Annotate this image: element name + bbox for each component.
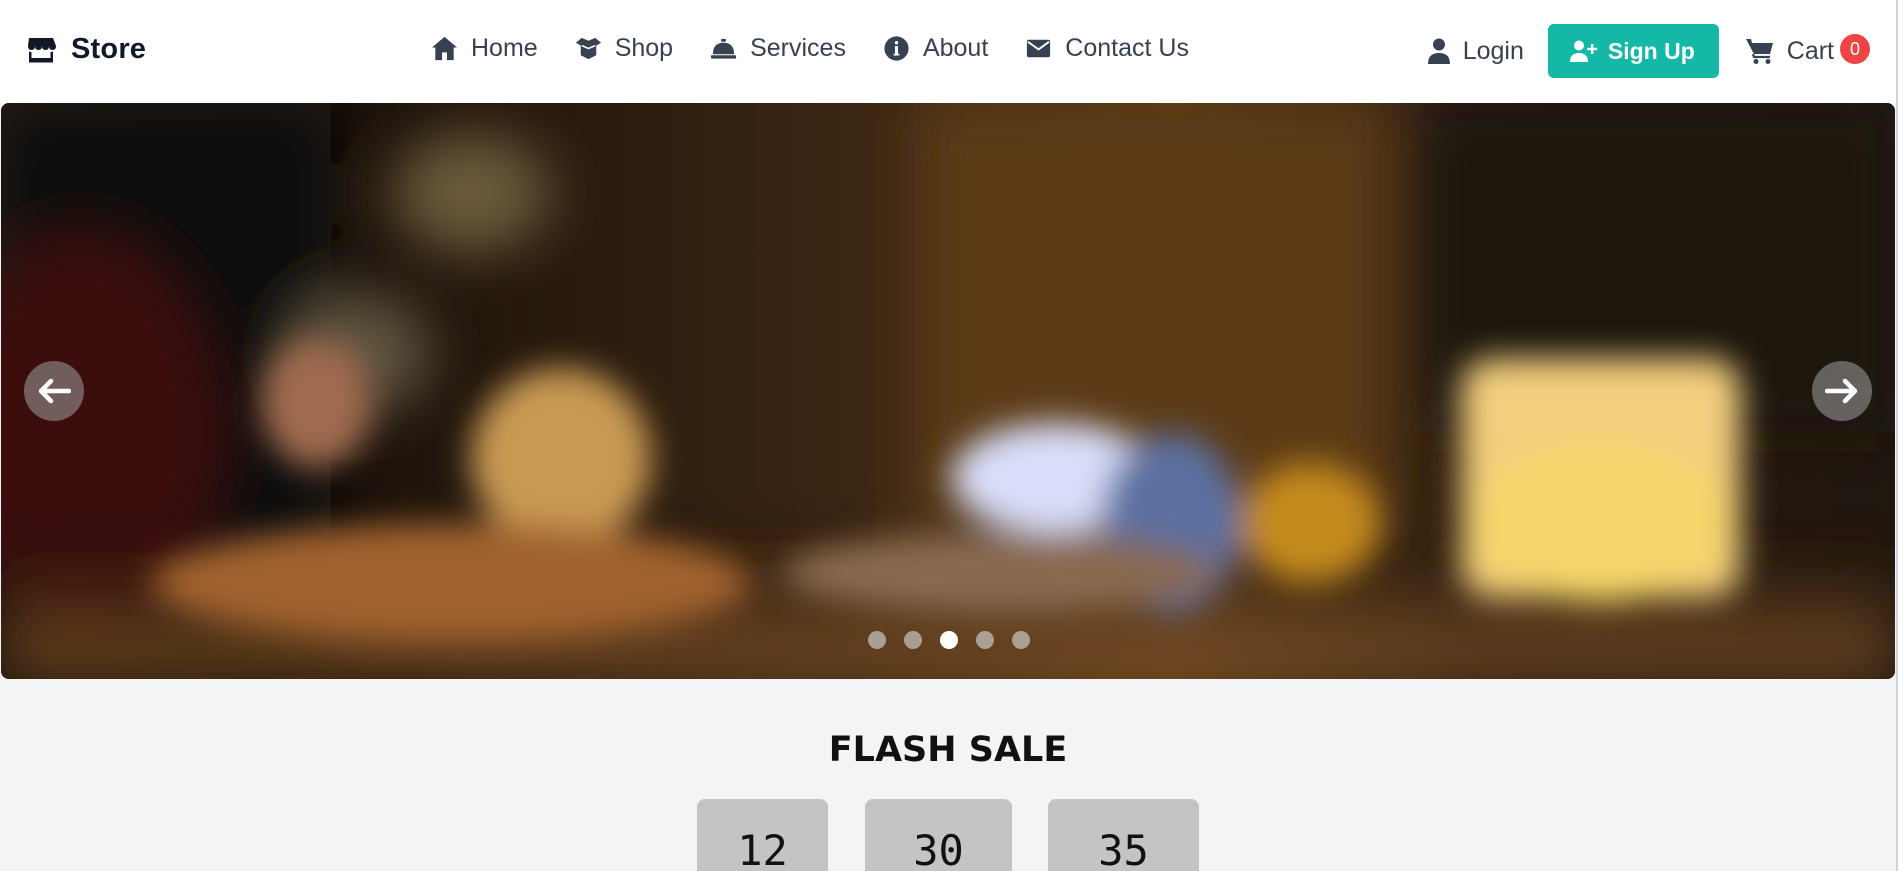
navbar: Store Home Shop Services About Contact U…	[0, 0, 1896, 103]
shopping-cart-icon	[1745, 39, 1773, 64]
nav-home-label: Home	[471, 34, 538, 62]
countdown-seconds: 35	[1048, 799, 1199, 871]
carousel-next-button[interactable]	[1812, 361, 1872, 421]
main-nav: Home Shop Services About Contact Us	[430, 34, 1225, 63]
brand-name: Store	[71, 33, 147, 65]
brand-logo[interactable]: Store	[25, 33, 146, 66]
signup-label: Sign Up	[1607, 37, 1695, 64]
account-actions: Login Sign Up Cart 0	[1427, 24, 1870, 78]
hero-slide-image	[1, 103, 1895, 679]
home-icon	[431, 36, 458, 61]
carousel-prev-button[interactable]	[24, 361, 84, 421]
flash-sale-title: FLASH SALE	[828, 730, 1068, 770]
page: Store Home Shop Services About Contact U…	[0, 0, 1896, 871]
nav-about[interactable]: About	[882, 34, 988, 63]
store-icon	[28, 37, 56, 62]
login-link[interactable]: Login	[1427, 37, 1524, 66]
signup-button[interactable]: Sign Up	[1547, 24, 1719, 78]
user-icon	[1427, 38, 1450, 64]
countdown-minutes: 30	[865, 799, 1012, 871]
envelope-icon	[1027, 39, 1051, 58]
nav-shop-label: Shop	[614, 34, 674, 62]
login-label: Login	[1462, 36, 1524, 65]
carousel-indicators	[868, 631, 1030, 649]
carousel-dot-5[interactable]	[1012, 631, 1030, 649]
cart-count-badge: 0	[1840, 34, 1870, 64]
user-plus-icon	[1569, 40, 1598, 62]
carousel-dot-1[interactable]	[868, 631, 886, 649]
nav-contact[interactable]: Contact Us	[1024, 34, 1189, 63]
nav-shop[interactable]: Shop	[574, 34, 673, 63]
cart-label: Cart	[1786, 36, 1834, 65]
concierge-bell-icon	[711, 38, 737, 59]
nav-services[interactable]: Services	[709, 34, 846, 63]
carousel-dot-2[interactable]	[904, 631, 922, 649]
carousel-dot-4[interactable]	[976, 631, 994, 649]
window-right-edge	[1896, 0, 1900, 871]
info-circle-icon	[884, 36, 909, 61]
box-open-icon	[575, 37, 601, 60]
carousel-dot-3[interactable]	[940, 631, 958, 649]
cart-link[interactable]: Cart 0	[1745, 34, 1870, 66]
hero-carousel	[1, 103, 1895, 679]
countdown-hours: 12	[697, 799, 828, 871]
nav-home[interactable]: Home	[430, 34, 538, 63]
nav-about-label: About	[922, 34, 989, 62]
nav-services-label: Services	[750, 34, 846, 62]
nav-contact-label: Contact Us	[1065, 34, 1189, 62]
arrow-left-icon	[38, 378, 71, 404]
arrow-right-icon	[1825, 378, 1858, 404]
